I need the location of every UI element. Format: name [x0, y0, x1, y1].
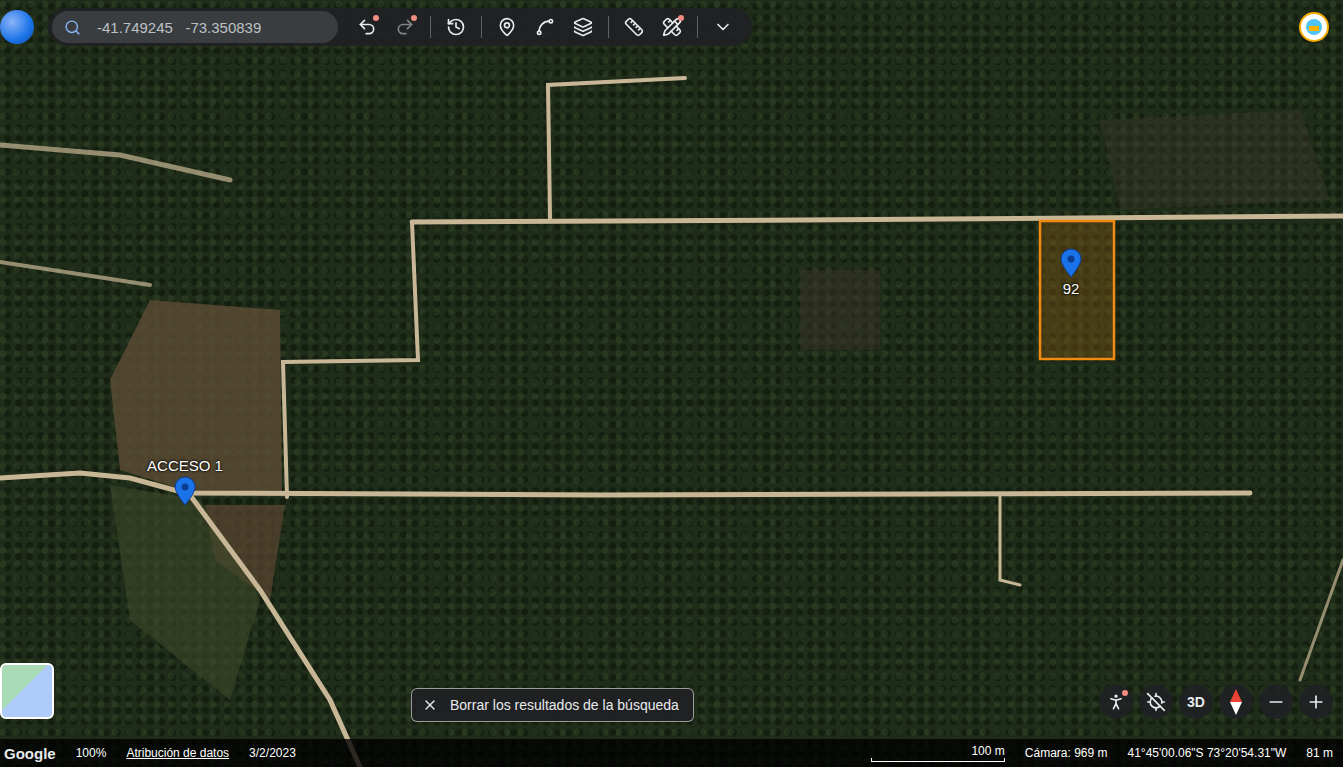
minus-icon — [1266, 692, 1286, 712]
clear-search-button[interactable]: Borrar los resultados de la búsqueda — [411, 688, 694, 722]
toolbar-divider — [430, 16, 431, 38]
notification-badge — [373, 15, 379, 21]
coordinates: 41°45'00.06"S 73°20'54.31"W — [1128, 746, 1287, 760]
pin-icon — [173, 476, 197, 506]
path-icon — [535, 17, 555, 37]
measure-button[interactable] — [617, 10, 651, 44]
scale-bar: 100 m — [871, 745, 1005, 762]
toolbar: -41.749245 -73.350839 — [48, 8, 752, 46]
pin-icon — [1059, 248, 1083, 278]
elevation: 81 m — [1306, 746, 1333, 760]
notification-badge — [411, 15, 417, 21]
toolbar-divider — [697, 16, 698, 38]
more-icon — [713, 17, 733, 37]
imagery-date: 3/2/2023 — [249, 746, 296, 760]
zoom-level: 100% — [76, 746, 107, 760]
toolbar-divider — [608, 16, 609, 38]
more-button[interactable] — [706, 10, 740, 44]
toolbar-divider — [481, 16, 482, 38]
close-icon — [422, 697, 438, 713]
avatar-icon — [1305, 18, 1323, 36]
status-bar: Google 100% Atribución de datos 3/2/2023 100… — [0, 739, 1343, 767]
compass-icon — [1229, 689, 1243, 715]
satellite-terrain — [0, 0, 1343, 767]
placemark-icon — [497, 17, 517, 37]
notification-badge — [1122, 690, 1128, 696]
zoom-out-button[interactable] — [1259, 685, 1293, 719]
pin-label: 92 — [1063, 280, 1080, 297]
zoom-in-button[interactable] — [1299, 685, 1333, 719]
notification-badge — [678, 15, 684, 21]
undo-button[interactable] — [350, 10, 384, 44]
tilt-button[interactable] — [1139, 685, 1173, 719]
camera-altitude: Cámara: 969 m — [1025, 746, 1108, 760]
history-icon — [446, 17, 466, 37]
plus-icon — [1306, 692, 1326, 712]
account-avatar[interactable] — [1299, 12, 1329, 42]
3d-button[interactable]: 3D — [1179, 685, 1213, 719]
map-controls: 3D — [1099, 685, 1333, 719]
redo-button[interactable] — [388, 10, 422, 44]
layers-icon — [573, 17, 593, 37]
search-field[interactable]: -41.749245 -73.350839 — [52, 11, 338, 43]
attribution-link[interactable]: Atribución de datos — [126, 746, 229, 760]
map-view[interactable]: -41.749245 -73.350839 ACCESO 1 92 Borrar lo… — [0, 0, 1343, 767]
search-icon — [64, 19, 81, 36]
brand: Google — [4, 745, 56, 762]
map-style-thumbnail[interactable] — [0, 663, 54, 719]
history-button[interactable] — [439, 10, 473, 44]
map-pin[interactable]: 92 — [1059, 248, 1083, 297]
parcel-outline[interactable] — [1040, 221, 1114, 359]
pin-label: ACCESO 1 — [147, 457, 223, 474]
search-value: -41.749245 -73.350839 — [97, 19, 261, 36]
measure-icon — [624, 17, 644, 37]
google-earth-logo-icon[interactable] — [0, 10, 34, 44]
placemark-button[interactable] — [490, 10, 524, 44]
map-pin[interactable]: ACCESO 1 — [147, 457, 223, 506]
street-view-button[interactable] — [1099, 685, 1133, 719]
path-button[interactable] — [528, 10, 562, 44]
layers-button[interactable] — [566, 10, 600, 44]
tools-button[interactable] — [655, 10, 689, 44]
tilt-icon — [1146, 692, 1166, 712]
compass-button[interactable] — [1219, 685, 1253, 719]
